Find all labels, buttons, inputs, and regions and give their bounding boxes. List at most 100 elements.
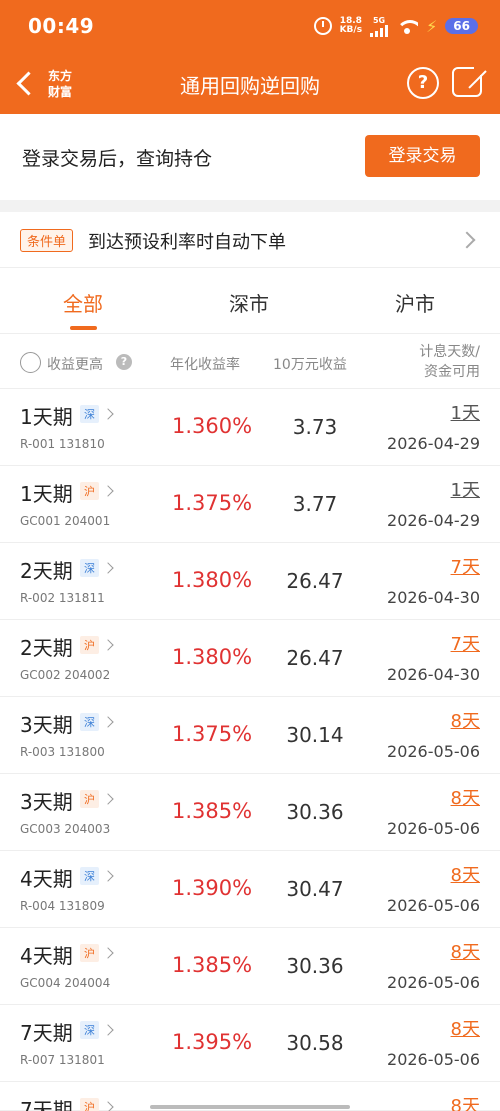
condition-order-text: 到达预设利率时自动下单 — [88, 232, 286, 253]
row-code: R-002 131811 — [20, 591, 105, 605]
chevron-right-icon — [102, 1101, 114, 1111]
row-income: 26.47 — [286, 646, 344, 670]
row-days[interactable]: 1天 — [451, 476, 480, 502]
row-days[interactable]: 8天 — [451, 1015, 480, 1041]
row-term: 7天期 — [20, 1098, 73, 1111]
table-row[interactable]: 2天期深 R-002 131811 1.380% 26.47 7天 2026-04-30 — [0, 543, 500, 620]
row-market-badge: 深 — [80, 713, 99, 731]
row-available-date: 2026-04-30 — [387, 588, 480, 607]
status-bar: 00:49 18.8 KB/s 5G ⚡ 66 — [0, 0, 500, 54]
tab-shenzhen[interactable]: 深市 — [189, 288, 309, 317]
row-days[interactable]: 1天 — [451, 399, 480, 425]
status-icons: 18.8 KB/s 5G ⚡ 66 — [313, 14, 478, 38]
row-available-date: 2026-05-06 — [387, 1050, 480, 1069]
row-days[interactable]: 7天 — [451, 553, 480, 579]
chevron-right-icon — [102, 639, 114, 651]
row-market-badge: 沪 — [80, 636, 99, 654]
app-header: 00:49 18.8 KB/s 5G ⚡ 66 东方 财富 通用回购逆回购 ? — [0, 0, 500, 114]
row-available-date: 2026-05-06 — [387, 742, 480, 761]
row-days[interactable]: 7天 — [451, 630, 480, 656]
row-code: GC001 204001 — [20, 514, 111, 528]
row-market-badge: 沪 — [80, 482, 99, 500]
table-row[interactable]: 3天期深 R-003 131800 1.375% 30.14 8天 2026-05-06 — [0, 697, 500, 774]
table-row[interactable]: 1天期深 R-001 131810 1.360% 3.73 1天 2026-04-29 — [0, 389, 500, 466]
row-income: 30.36 — [286, 954, 344, 978]
help-icon[interactable]: ? — [407, 67, 439, 99]
row-code: R-004 131809 — [20, 899, 105, 913]
row-income: 3.77 — [292, 492, 338, 516]
active-tab-indicator — [70, 326, 97, 330]
table-row[interactable]: 2天期沪 GC002 204002 1.380% 26.47 7天 2026-04-30 — [0, 620, 500, 697]
row-annual-rate: 1.380% — [172, 568, 253, 592]
charging-icon: ⚡ — [426, 16, 438, 36]
sort-by-income-label[interactable]: 收益更高 — [47, 354, 103, 374]
row-income: 26.47 — [286, 569, 344, 593]
row-term: 7天期 — [20, 1021, 73, 1045]
chevron-right-icon — [102, 1024, 114, 1036]
table-row[interactable]: 1天期沪 GC001 204001 1.375% 3.77 1天 2026-04-29 — [0, 466, 500, 543]
column-annual-rate: 年化收益率 — [170, 357, 240, 373]
row-term: 2天期 — [20, 559, 73, 583]
row-days[interactable]: 8天 — [451, 707, 480, 733]
tab-shanghai[interactable]: 沪市 — [355, 288, 475, 317]
battery-level: 66 — [445, 18, 478, 34]
info-icon[interactable]: ? — [116, 354, 132, 370]
alarm-icon — [313, 17, 332, 35]
row-term: 2天期 — [20, 636, 73, 660]
row-annual-rate: 1.360% — [172, 414, 253, 438]
network-tag: 5G — [372, 15, 386, 25]
row-income: 30.14 — [286, 723, 344, 747]
row-available-date: 2026-04-29 — [387, 434, 480, 453]
login-prompt-text: 登录交易后，查询持仓 — [22, 148, 213, 170]
condition-order-badge: 条件单 — [20, 229, 74, 252]
chevron-right-icon — [102, 562, 114, 574]
row-market-badge: 深 — [80, 1021, 99, 1039]
row-market-badge: 深 — [80, 559, 99, 577]
row-annual-rate: 1.380% — [172, 645, 253, 669]
row-income: 30.36 — [286, 800, 344, 824]
row-days[interactable]: 8天 — [451, 938, 480, 964]
row-income: 3.73 — [292, 415, 338, 439]
table-row[interactable]: 4天期深 R-004 131809 1.390% 30.47 8天 2026-05-06 — [0, 851, 500, 928]
sort-radio-icon[interactable] — [20, 352, 41, 373]
row-annual-rate: 1.375% — [172, 491, 253, 515]
row-days[interactable]: 8天 — [451, 861, 480, 887]
chevron-right-icon — [102, 408, 114, 420]
row-available-date: 2026-04-29 — [387, 511, 480, 530]
chevron-right-icon — [458, 231, 476, 249]
condition-order-banner[interactable]: 条件单 到达预设利率时自动下单 — [0, 212, 500, 268]
row-market-badge: 深 — [80, 405, 99, 423]
row-income: 30.58 — [286, 1031, 344, 1055]
column-header: 收益更高 ? 年化收益率 10万元收益 计息天数/ 资金可用 — [0, 335, 500, 389]
row-available-date: 2026-05-06 — [387, 896, 480, 915]
login-trade-button[interactable]: 登录交易 — [365, 135, 480, 177]
table-row[interactable]: 7天期深 R-007 131801 1.395% 30.58 8天 2026-05-06 — [0, 1005, 500, 1082]
table-row[interactable]: 3天期沪 GC003 204003 1.385% 30.36 8天 2026-05-06 — [0, 774, 500, 851]
column-days: 计息天数/ 资金可用 — [419, 342, 480, 382]
row-annual-rate: 1.385% — [172, 953, 253, 977]
net-speed: 18.8 KB/s — [340, 17, 362, 35]
row-days[interactable]: 8天 — [451, 784, 480, 810]
row-market-badge: 沪 — [80, 944, 99, 962]
wifi-icon — [396, 18, 419, 34]
table-row[interactable]: 4天期沪 GC004 204004 1.385% 30.36 8天 2026-05-06 — [0, 928, 500, 1005]
row-term: 4天期 — [20, 944, 73, 968]
status-time: 00:49 — [28, 14, 95, 38]
row-code: GC004 204004 — [20, 976, 111, 990]
column-income: 10万元收益 — [273, 357, 347, 373]
tab-all[interactable]: 全部 — [23, 288, 143, 317]
row-market-badge: 沪 — [80, 1098, 99, 1111]
row-term: 4天期 — [20, 867, 73, 891]
share-icon[interactable] — [452, 65, 484, 97]
row-code: R-001 131810 — [20, 437, 105, 451]
net-speed-unit: KB/s — [339, 25, 363, 35]
row-market-badge: 深 — [80, 867, 99, 885]
market-tabs: 全部 深市 沪市 — [0, 268, 500, 334]
home-indicator[interactable] — [150, 1105, 350, 1109]
section-divider — [0, 200, 500, 212]
row-annual-rate: 1.390% — [172, 876, 253, 900]
cell-signal-icon: 5G — [370, 15, 389, 37]
row-days[interactable]: 8天 — [451, 1092, 480, 1111]
column-days-line2: 资金可用 — [424, 364, 480, 380]
row-code: R-003 131800 — [20, 745, 105, 759]
